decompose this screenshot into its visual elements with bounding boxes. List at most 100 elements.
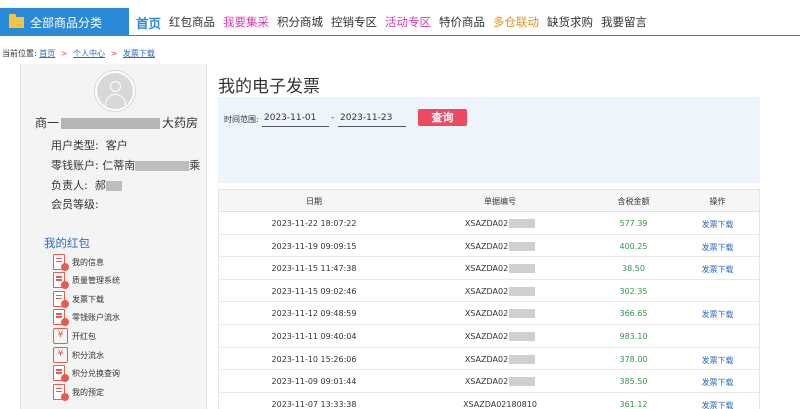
invoice-no-text: XSAZDA02 [464, 309, 509, 319]
table-row: 2023-11-12 09:48:59 XSAZDA02 366.65 发票下载 [219, 302, 759, 325]
download-invoice-link[interactable]: 发票下载 [676, 377, 759, 388]
breadcrumb-current-link[interactable]: 发票下载 [123, 49, 155, 58]
table-row: 2023-11-19 09:09:15 XSAZDA02 400.25 发票下载 [219, 235, 759, 258]
redacted-mask [509, 286, 536, 296]
nav-item[interactable]: 控销专区 [331, 14, 377, 30]
cell-invoice-no: XSAZDA02 [409, 377, 591, 387]
yen-icon: ¥ [52, 327, 69, 345]
menu-item[interactable]: 我的预定 [52, 383, 104, 401]
invoice-table: 日期 单据编号 含税金额 操作 2023-11-22 18:07:22 XSAZD… [218, 189, 760, 409]
download-invoice-link[interactable]: 发票下载 [676, 264, 759, 275]
download-invoice-link[interactable]: 发票下载 [676, 219, 759, 230]
menu-item-label: 我的预定 [72, 387, 104, 397]
date-from-input[interactable] [262, 110, 329, 127]
invoice-no-text: XSAZDA02 [464, 264, 509, 274]
cell-invoice-no: XSAZDA02 [409, 332, 591, 341]
nav-divider [0, 35, 800, 36]
table-row: 2023-11-15 09:02:46 XSAZDA02 302.35 [219, 280, 759, 303]
member-level-row: 会员等级: [51, 196, 99, 212]
cell-amount: 302.35 [619, 286, 648, 296]
menu-item[interactable]: 质量管理系统 [52, 272, 120, 290]
cell-amount: 400.25 [619, 241, 648, 251]
cell-amount: 361.12 [619, 399, 648, 409]
download-invoice-link[interactable]: 发票下载 [676, 309, 759, 320]
table-row: 2023-11-07 13:33:38 XSAZDA02180810 361.12 发… [219, 393, 759, 409]
menu-item-label: 积分流水 [72, 350, 104, 360]
date-filter-panel: 时间范围: - 查询 [218, 97, 760, 183]
nav-item[interactable]: 缺货求购 [547, 14, 593, 30]
menu-item-label: 发票下载 [72, 294, 104, 304]
nav-item[interactable]: 红包商品 [169, 14, 215, 30]
nav-item[interactable]: 首页 [136, 13, 161, 32]
menu-item-label: 质量管理系统 [72, 276, 120, 286]
header-amount: 含税金额 [617, 197, 650, 206]
redacted-mask [61, 118, 161, 129]
menu-item[interactable]: 发票下载 [52, 290, 104, 308]
redacted-mask [105, 181, 122, 191]
menu-item[interactable]: ¥ 开红包 [52, 327, 96, 345]
cell-date: 2023-11-15 09:02:46 [271, 286, 357, 296]
table-row: 2023-11-10 15:26:06 XSAZDA02 378.00 发票下载 [219, 348, 759, 371]
nav-item[interactable]: 活动专区 [385, 14, 431, 30]
account-value-start: 仁蒂南 [102, 159, 136, 172]
invoice-no-text: XSAZDA02 [464, 241, 509, 251]
user-type-row: 用户类型: 客户 [51, 137, 128, 153]
invoice-no-text: XSAZDA02 [464, 219, 509, 228]
nav-item[interactable]: 我要集采 [223, 14, 269, 30]
table-header: 日期 单据编号 含税金额 操作 [219, 190, 759, 212]
cell-invoice-no: XSAZDA02 [409, 354, 591, 364]
query-button[interactable]: 查询 [418, 109, 467, 126]
user-head-icon [110, 81, 121, 92]
account-label: 零钱账户: [51, 159, 99, 172]
cell-date: 2023-11-09 09:01:44 [271, 377, 357, 387]
invoice-no-text: XSAZDA02 [464, 286, 509, 296]
date-to-input[interactable] [338, 110, 406, 127]
cell-invoice-no: XSAZDA02 [409, 219, 591, 228]
redacted-mask [135, 161, 190, 171]
menu-item[interactable]: 积分兑换查询 [52, 365, 120, 383]
cell-invoice-no: XSAZDA02 [409, 309, 591, 319]
table-row: 2023-11-22 18:07:22 XSAZDA02 577.39 发票下载 [219, 212, 759, 235]
download-invoice-link[interactable]: 发票下载 [676, 355, 759, 366]
menu-item-label: 积分兑换查询 [72, 369, 120, 379]
menu-item[interactable]: 零钱账户流水 [52, 309, 120, 327]
download-invoice-link[interactable]: 发票下载 [676, 400, 759, 409]
document-icon [52, 253, 69, 271]
document-icon [52, 309, 69, 327]
menu-item[interactable]: ¥ 积分流水 [52, 346, 104, 364]
cell-date: 2023-11-12 09:48:59 [271, 309, 357, 319]
menu-item[interactable]: 我的信息 [52, 253, 104, 271]
account-value-end: 乘 [189, 159, 201, 172]
member-level-label: 会员等级: [51, 198, 99, 211]
nav-item[interactable]: 多仓联动 [493, 14, 539, 30]
nav-item[interactable]: 我要留言 [601, 14, 647, 30]
download-invoice-link[interactable]: 发票下载 [676, 242, 759, 253]
breadcrumb-home-link[interactable]: 首页 [39, 49, 55, 58]
nav-item[interactable]: 积分商城 [277, 14, 323, 30]
redacted-mask [509, 219, 536, 228]
nav-item[interactable]: 特价商品 [439, 14, 485, 30]
document-icon [52, 272, 69, 290]
document-icon [52, 290, 69, 308]
cell-date: 2023-11-07 13:33:38 [271, 399, 357, 409]
breadcrumb-separator: > [60, 49, 68, 58]
all-categories-button[interactable]: 全部商品分类 [0, 8, 129, 36]
redacted-mask [509, 377, 536, 387]
cell-amount: 385.50 [619, 377, 648, 387]
cell-date: 2023-11-15 11:47:38 [271, 264, 357, 274]
cell-amount: 983.10 [619, 332, 648, 341]
breadcrumb: 当前位置: 首页 > 个人中心 > 发票下载 [2, 48, 155, 59]
menu-item-label: 开红包 [72, 331, 96, 341]
shop-name-end: 大药房 [162, 116, 199, 130]
page-title: 我的电子发票 [218, 77, 320, 97]
shop-name: 商一 大药房 [35, 114, 198, 131]
my-redpack-link[interactable]: 我的红包 [44, 235, 90, 251]
nav-menu: 首页 红包商品 我要集采 积分商城 控销专区 活动专区 特价商品 多仓联动 缺货求购 我要留言 [130, 8, 647, 36]
invoice-no-text: XSAZDA02 [464, 377, 509, 387]
cell-invoice-no: XSAZDA02180810 [409, 400, 591, 409]
cell-amount: 378.00 [619, 354, 648, 364]
date-range-dash: - [331, 113, 335, 123]
manager-value: 郝 [94, 179, 106, 192]
breadcrumb-center-link[interactable]: 个人中心 [73, 49, 105, 58]
cell-invoice-no: XSAZDA02 [409, 264, 591, 274]
